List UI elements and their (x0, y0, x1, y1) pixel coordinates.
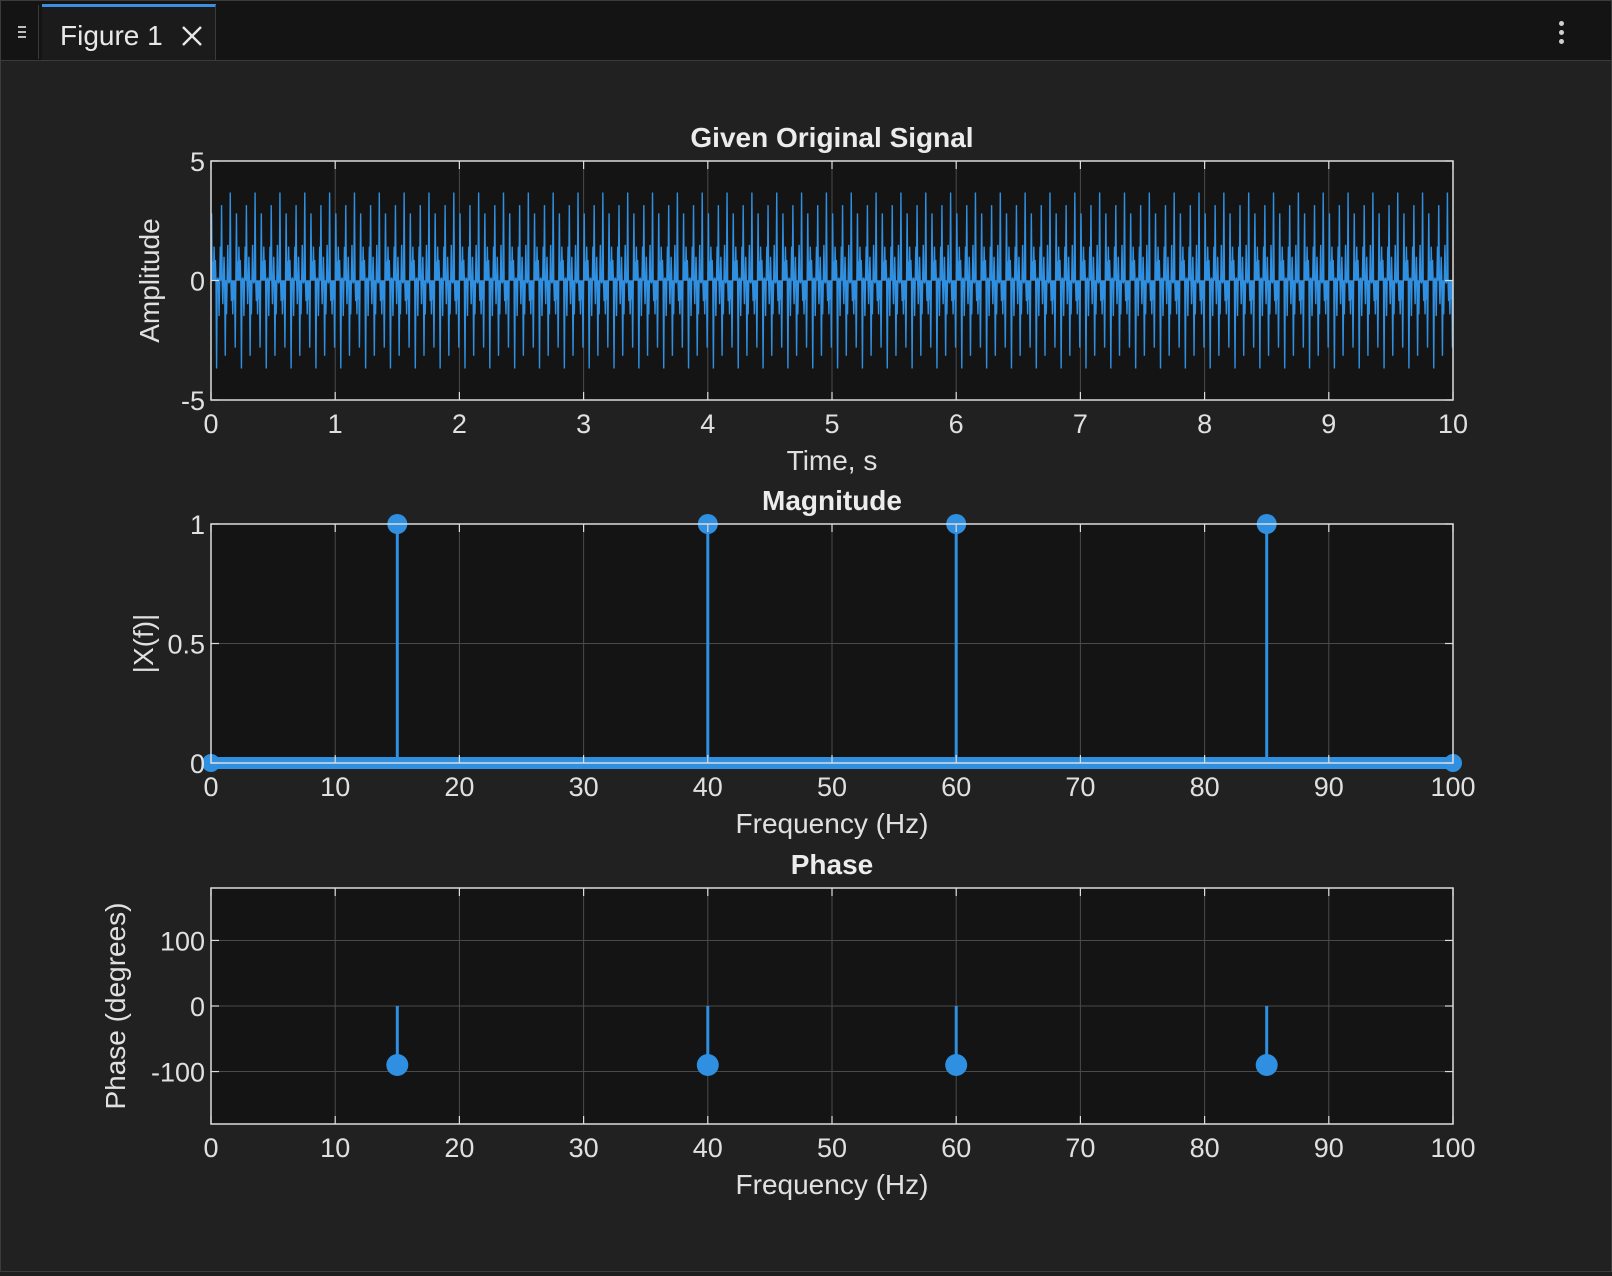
x-tick-label: 50 (817, 772, 847, 802)
x-tick-label: 60 (941, 1133, 971, 1163)
x-tick-label: 0 (203, 409, 218, 439)
x-tick-label: 8 (1197, 409, 1212, 439)
x-tick-label: 100 (1430, 1133, 1475, 1163)
x-tick-label: 0 (203, 1133, 218, 1163)
x-tick-label: 100 (1430, 772, 1475, 802)
phase-stem-marker (945, 1054, 968, 1076)
x-axis-label: Frequency (Hz) (736, 808, 929, 839)
axes-title: Magnitude (762, 485, 902, 516)
x-tick-label: 4 (700, 409, 715, 439)
close-icon[interactable] (179, 23, 205, 49)
x-tick-label: 6 (949, 409, 964, 439)
x-tick-label: 5 (824, 409, 839, 439)
y-tick-label: -5 (181, 386, 205, 416)
x-tick-label: 2 (452, 409, 467, 439)
tab-figure-1[interactable]: Figure 1 (42, 4, 216, 60)
y-tick-label: 100 (160, 926, 205, 956)
x-tick-label: 7 (1073, 409, 1088, 439)
x-tick-label: 20 (444, 772, 474, 802)
x-tick-label: 70 (1065, 772, 1095, 802)
x-tick-label: 1 (328, 409, 343, 439)
x-tick-label: 80 (1190, 1133, 1220, 1163)
x-tick-label: 10 (1438, 409, 1468, 439)
x-tick-label: 40 (693, 772, 723, 802)
axes-title: Given Original Signal (690, 122, 973, 153)
x-tick-label: 50 (817, 1133, 847, 1163)
hamburger-menu-icon[interactable] (5, 5, 39, 59)
x-tick-label: 30 (569, 1133, 599, 1163)
axes-2: 0 10 20 30 40 50 60 70 80 90 100 0 0.5 1 Magnitude Freq… (128, 485, 1476, 839)
phase-stem-marker (1255, 1054, 1278, 1076)
axes-title: Phase (791, 849, 874, 880)
y-axis-label: |X(f)| (128, 614, 159, 674)
y-axis-label: Amplitude (134, 218, 165, 343)
y-tick-label: 0 (190, 749, 205, 779)
x-tick-label: 60 (941, 772, 971, 802)
x-tick-label: 10 (320, 772, 350, 802)
axes-1: 0 1 2 3 4 5 6 7 8 9 10-505Given Original SignalTim… (134, 122, 1468, 476)
x-tick-label: 20 (444, 1133, 474, 1163)
figure-window: Figure 1 0 1 2 3 4 5 6 7 8 9 10 -5 0 5 Given Original … (0, 0, 1612, 1272)
x-tick-label: 0 (203, 772, 218, 802)
y-tick-label: 1 (190, 510, 205, 540)
x-tick-label: 90 (1314, 772, 1344, 802)
y-tick-label: 0 (190, 992, 205, 1022)
x-tick-label: 30 (569, 772, 599, 802)
x-tick-label: 90 (1314, 1133, 1344, 1163)
vertical-ellipsis-icon[interactable] (1557, 19, 1567, 47)
y-tick-label: -100 (151, 1058, 205, 1088)
y-tick-label: 0 (190, 267, 205, 297)
axes-3: 0 10 20 30 40 50 60 70 80 90 100 -100 0 100 Phase Frequ… (100, 849, 1476, 1200)
tab-bar: Figure 1 (1, 1, 1611, 61)
x-tick-label: 3 (576, 409, 591, 439)
x-tick-label: 70 (1065, 1133, 1095, 1163)
tab-label: Figure 1 (60, 20, 163, 51)
y-tick-label: 5 (190, 147, 205, 177)
figure-svg: 0 1 2 3 4 5 6 7 8 9 10-505Given Original SignalTim… (100, 122, 1476, 1200)
x-tick-label: 9 (1321, 409, 1336, 439)
x-tick-label: 10 (320, 1133, 350, 1163)
figure-canvas: 0 1 2 3 4 5 6 7 8 9 10 -5 0 5 Given Original Signal Tim… (1, 61, 1611, 1271)
x-tick-label: 40 (693, 1133, 723, 1163)
y-axis-label: Phase (degrees) (100, 902, 131, 1109)
phase-stem-marker (386, 1054, 409, 1076)
y-tick-label: 0.5 (167, 630, 205, 660)
x-axis-label: Frequency (Hz) (736, 1169, 929, 1200)
x-tick-label: 80 (1190, 772, 1220, 802)
x-axis-label: Time, s (787, 445, 878, 476)
phase-stem-marker (696, 1054, 719, 1076)
